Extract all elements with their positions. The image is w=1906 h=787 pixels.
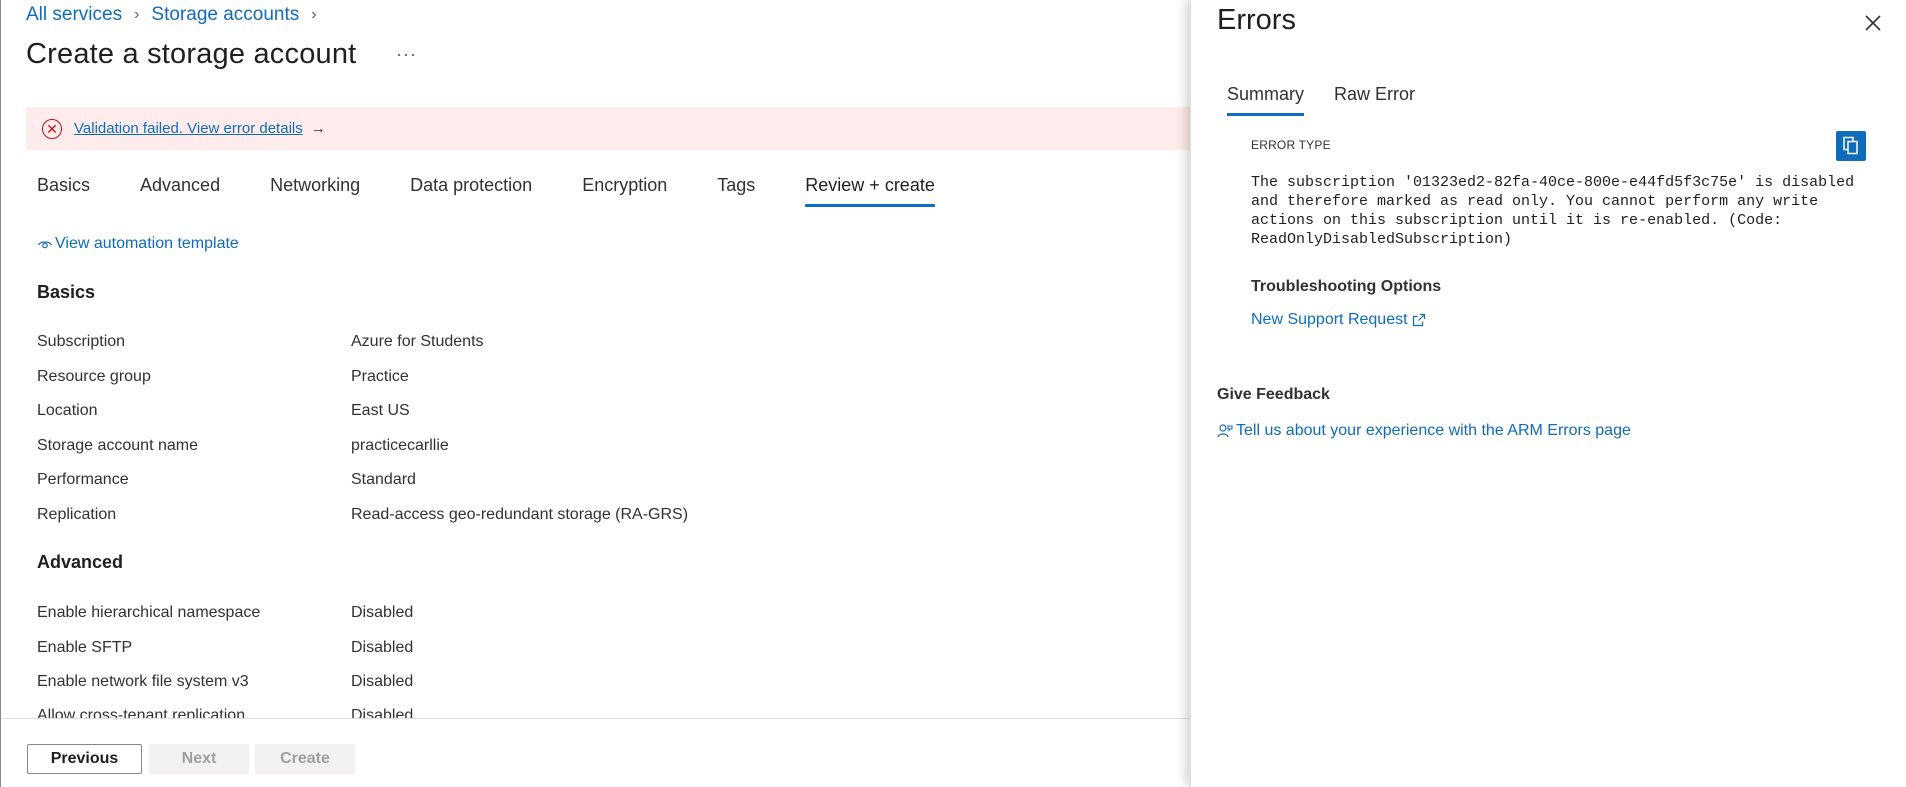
- validation-error-banner: ✕ Validation failed. View error details …: [26, 107, 1191, 150]
- summary-value: Read-access geo-redundant storage (RA-GR…: [351, 506, 689, 523]
- external-link-icon: [1412, 313, 1425, 327]
- summary-value: Azure for Students: [351, 333, 484, 350]
- section-heading-advanced: Advanced: [37, 552, 124, 572]
- section-heading-basics: Basics: [37, 282, 96, 302]
- summary-value: East US: [351, 402, 410, 419]
- feedback-heading: Give Feedback: [1217, 386, 1330, 403]
- tab-advanced[interactable]: Advanced: [140, 175, 220, 209]
- feedback-link-label: Tell us about your experience with the A…: [1236, 422, 1631, 439]
- tab-summary[interactable]: Summary: [1227, 84, 1305, 116]
- view-automation-template-label: View automation template: [55, 235, 239, 252]
- summary-label: Location: [37, 402, 98, 419]
- summary-label: Subscription: [37, 333, 126, 350]
- errors-panel-title: Errors: [1217, 4, 1296, 36]
- feedback-link[interactable]: Tell us about your experience with the A…: [1217, 422, 1631, 440]
- summary-value: Disabled: [351, 673, 414, 690]
- error-type-label: ERROR TYPE: [1251, 138, 1331, 152]
- summary-label: Enable hierarchical namespace: [37, 604, 261, 621]
- copy-icon: [1843, 136, 1858, 155]
- summary-label: Resource group: [37, 368, 151, 385]
- summary-label: Enable network file system v3: [37, 673, 249, 690]
- error-message: The subscription '01323ed2-82fa-40ce-800…: [1251, 174, 1855, 248]
- error-circle-icon: ✕: [42, 118, 62, 139]
- errors-panel-tabs: Summary Raw Error: [1227, 84, 1445, 116]
- view-automation-template-link[interactable]: View automation template: [37, 235, 239, 253]
- view-error-details-link[interactable]: Validation failed. View error details: [74, 120, 303, 137]
- new-support-request-link[interactable]: New Support Request: [1251, 311, 1426, 329]
- more-options-button[interactable]: ···: [396, 44, 417, 65]
- summary-value: Standard: [351, 471, 416, 488]
- tab-networking[interactable]: Networking: [270, 175, 360, 209]
- chevron-right-icon: ›: [134, 6, 140, 23]
- summary-label: Enable SFTP: [37, 639, 133, 656]
- troubleshooting-heading: Troubleshooting Options: [1251, 278, 1442, 295]
- tab-encryption[interactable]: Encryption: [582, 175, 667, 209]
- close-icon[interactable]: [1862, 12, 1884, 34]
- breadcrumb-storage-accounts[interactable]: Storage accounts: [151, 4, 299, 26]
- create-storage-account-blade: All services › Storage accounts › Create…: [0, 0, 1191, 787]
- page-title: Create a storage account: [26, 38, 357, 70]
- summary-value: Disabled: [351, 604, 414, 621]
- tab-tags[interactable]: Tags: [717, 175, 755, 209]
- summary-value: practicecarllie: [351, 437, 449, 454]
- next-button: Next: [149, 744, 249, 774]
- new-support-request-label: New Support Request: [1251, 311, 1408, 328]
- summary-value: Disabled: [351, 707, 414, 718]
- summary-label: Performance: [37, 471, 129, 488]
- errors-panel: Errors Summary Raw Error ERROR TYPE The …: [1190, 0, 1906, 787]
- breadcrumb: All services › Storage accounts ›: [26, 4, 329, 26]
- wizard-footer: Previous Next Create: [1, 718, 1191, 787]
- previous-button[interactable]: Previous: [27, 744, 142, 774]
- summary-value: Practice: [351, 368, 409, 385]
- breadcrumb-all-services[interactable]: All services: [26, 4, 122, 26]
- blade-content: All services › Storage accounts › Create…: [1, 0, 1191, 718]
- summary-label: Storage account name: [37, 437, 198, 454]
- feedback-person-icon: [1217, 424, 1233, 438]
- chevron-right-icon: ›: [311, 6, 317, 23]
- summary-label: Allow cross-tenant replication: [37, 707, 246, 718]
- eye-icon: [37, 241, 53, 249]
- tab-review-create[interactable]: Review + create: [805, 175, 935, 209]
- wizard-tabs: Basics Advanced Networking Data protecti…: [37, 175, 985, 209]
- summary-label: Replication: [37, 506, 117, 523]
- tab-data-protection[interactable]: Data protection: [410, 175, 532, 209]
- tab-basics[interactable]: Basics: [37, 175, 90, 209]
- tab-raw-error[interactable]: Raw Error: [1334, 84, 1415, 105]
- create-button: Create: [255, 744, 355, 774]
- summary-value: Disabled: [351, 639, 414, 656]
- copy-button[interactable]: [1836, 131, 1866, 161]
- arrow-right-icon: →: [310, 120, 326, 137]
